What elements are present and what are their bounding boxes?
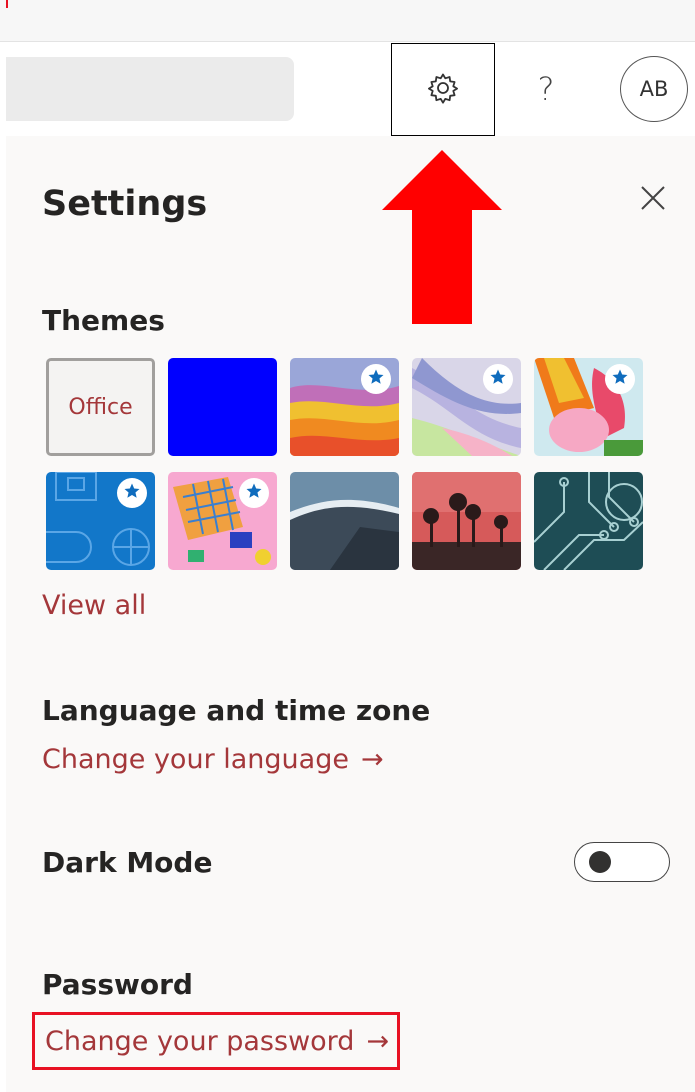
annotation-mark bbox=[6, 0, 8, 8]
annotation-arrow-icon bbox=[382, 150, 502, 324]
premium-badge bbox=[361, 364, 391, 394]
change-language-label: Change your language bbox=[42, 744, 349, 775]
page-title: Settings bbox=[42, 184, 208, 224]
theme-office-label: Office bbox=[68, 394, 133, 420]
change-password-link[interactable]: Change your password → bbox=[32, 1012, 401, 1070]
arrow-right-icon: → bbox=[366, 1025, 390, 1057]
dark-mode-heading: Dark Mode bbox=[42, 846, 213, 879]
change-password-label: Change your password bbox=[45, 1025, 355, 1057]
theme-tile-colorful-waves[interactable] bbox=[290, 358, 399, 456]
theme-tile-pastel-ribbons[interactable] bbox=[412, 358, 521, 456]
avatar[interactable]: AB bbox=[620, 56, 688, 122]
star-icon bbox=[123, 482, 141, 504]
premium-badge bbox=[239, 478, 269, 508]
themes-heading: Themes bbox=[42, 304, 165, 337]
dark-mode-toggle[interactable] bbox=[574, 842, 670, 882]
theme-tile-unicorn-rainbow[interactable] bbox=[534, 358, 643, 456]
password-heading: Password bbox=[42, 968, 193, 1001]
gear-icon bbox=[425, 70, 461, 110]
star-icon bbox=[245, 482, 263, 504]
toggle-knob bbox=[589, 851, 611, 873]
language-heading: Language and time zone bbox=[42, 694, 431, 727]
settings-panel: Settings Themes Office View all Language… bbox=[6, 136, 695, 1092]
star-icon bbox=[367, 368, 385, 390]
premium-badge bbox=[605, 364, 635, 394]
theme-tile-board-game[interactable] bbox=[168, 472, 277, 570]
theme-tile-circuit-board[interactable] bbox=[534, 472, 643, 570]
star-icon bbox=[611, 368, 629, 390]
close-button[interactable] bbox=[633, 180, 673, 220]
theme-tile-sports-blueprint[interactable] bbox=[46, 472, 155, 570]
arrow-right-icon: → bbox=[360, 744, 384, 775]
change-language-link[interactable]: Change your language → bbox=[42, 744, 384, 775]
settings-button[interactable] bbox=[391, 43, 495, 136]
premium-badge bbox=[483, 364, 513, 394]
theme-tile-palm-sunset[interactable] bbox=[412, 472, 521, 570]
browser-top-strip bbox=[0, 0, 695, 42]
theme-tile-blue[interactable] bbox=[168, 358, 277, 456]
close-icon bbox=[639, 184, 667, 216]
help-button[interactable]: ? bbox=[520, 56, 572, 122]
search-box[interactable] bbox=[6, 57, 294, 121]
theme-tile-office[interactable]: Office bbox=[46, 358, 155, 456]
app-header: ? AB bbox=[0, 42, 695, 136]
view-all-themes-link[interactable]: View all bbox=[42, 590, 146, 621]
premium-badge bbox=[117, 478, 147, 508]
star-icon bbox=[489, 368, 507, 390]
theme-tile-mountain-coast[interactable] bbox=[290, 472, 399, 570]
theme-grid: Office bbox=[46, 358, 646, 570]
view-all-label: View all bbox=[42, 590, 147, 621]
